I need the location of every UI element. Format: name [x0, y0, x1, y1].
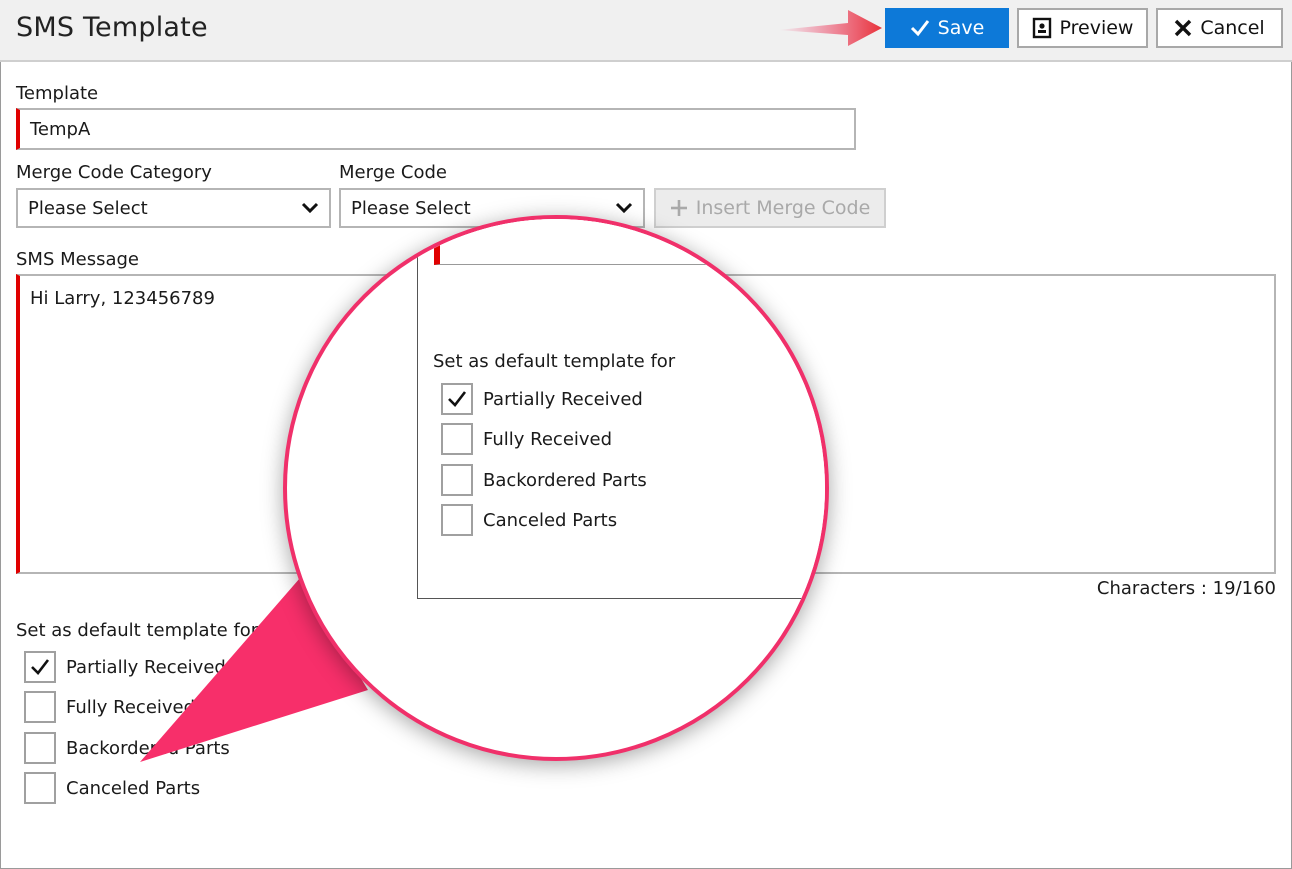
checkbox-canceled-parts[interactable]: Canceled Parts — [24, 772, 200, 804]
cancel-button-label: Cancel — [1200, 17, 1265, 39]
preview-button[interactable]: Preview — [1017, 8, 1148, 48]
magnified-content: Set as default template for Partially Re… — [287, 219, 825, 757]
checkbox-fully-received[interactable]: Fully Received — [24, 691, 195, 723]
checkbox-box — [441, 504, 473, 536]
save-button[interactable]: Save — [885, 8, 1009, 48]
merge-code-category-select[interactable]: Please Select — [16, 188, 331, 228]
checkbox-label: Partially Received — [483, 388, 643, 410]
plus-icon — [670, 200, 687, 216]
chevron-down-icon — [301, 202, 319, 214]
magnified-checkbox-partially-received: Partially Received — [441, 383, 643, 415]
sms-message-label: SMS Message — [16, 249, 139, 270]
merge-code-value: Please Select — [351, 197, 471, 219]
magnified-field — [434, 219, 825, 265]
magnified-checkbox-fully-received: Fully Received — [441, 423, 612, 455]
checkbox-box — [441, 383, 473, 415]
checkbox-box[interactable] — [24, 691, 56, 723]
template-label: Template — [16, 83, 99, 104]
magnified-checkbox-canceled-parts: Canceled Parts — [441, 504, 617, 536]
preview-button-label: Preview — [1059, 17, 1134, 39]
checkbox-box[interactable] — [24, 651, 56, 683]
check-icon — [910, 20, 929, 37]
checkbox-box — [441, 464, 473, 496]
checkbox-label: Partially Received — [66, 656, 226, 678]
default-template-label: Set as default template for — [16, 620, 259, 641]
chevron-down-icon — [615, 202, 633, 214]
dialog-header: SMS Template Save Preview Cancel — [0, 0, 1292, 62]
page-title: SMS Template — [16, 12, 208, 43]
checkmark-icon — [31, 659, 50, 675]
checkbox-backordered-parts[interactable]: Backordered Parts — [24, 732, 230, 764]
checkbox-box — [441, 423, 473, 455]
checkbox-label: Fully Received — [66, 696, 196, 718]
magnifier-callout: Set as default template for Partially Re… — [283, 215, 829, 761]
checkbox-label: Backordered Parts — [483, 469, 647, 491]
merge-code-category-value: Please Select — [28, 197, 148, 219]
insert-merge-code-label: Insert Merge Code — [695, 197, 871, 219]
character-counter: Characters : 19/160 — [1096, 578, 1276, 599]
checkbox-label: Canceled Parts — [483, 509, 618, 531]
pointer-arrow-icon — [778, 10, 882, 46]
cancel-button[interactable]: Cancel — [1156, 8, 1283, 48]
template-input[interactable]: TempA — [16, 108, 856, 150]
checkbox-partially-received[interactable]: Partially Received — [24, 651, 226, 683]
merge-code-label: Merge Code — [339, 162, 447, 183]
merge-code-category-label: Merge Code Category — [16, 162, 212, 183]
checkbox-label: Backordered Parts — [66, 737, 230, 759]
checkbox-label: Fully Received — [483, 428, 613, 450]
save-button-label: Save — [937, 17, 985, 39]
close-icon — [1175, 19, 1192, 37]
magnified-default-label: Set as default template for — [433, 351, 676, 372]
template-value: TempA — [30, 118, 91, 140]
checkbox-box[interactable] — [24, 732, 56, 764]
checkbox-box[interactable] — [24, 772, 56, 804]
checkbox-label: Canceled Parts — [66, 777, 201, 799]
magnified-checkbox-backordered-parts: Backordered Parts — [441, 464, 647, 496]
preview-icon — [1032, 17, 1051, 39]
checkmark-icon — [448, 391, 467, 407]
sms-message-value: Hi Larry, 123456789 — [30, 288, 215, 309]
